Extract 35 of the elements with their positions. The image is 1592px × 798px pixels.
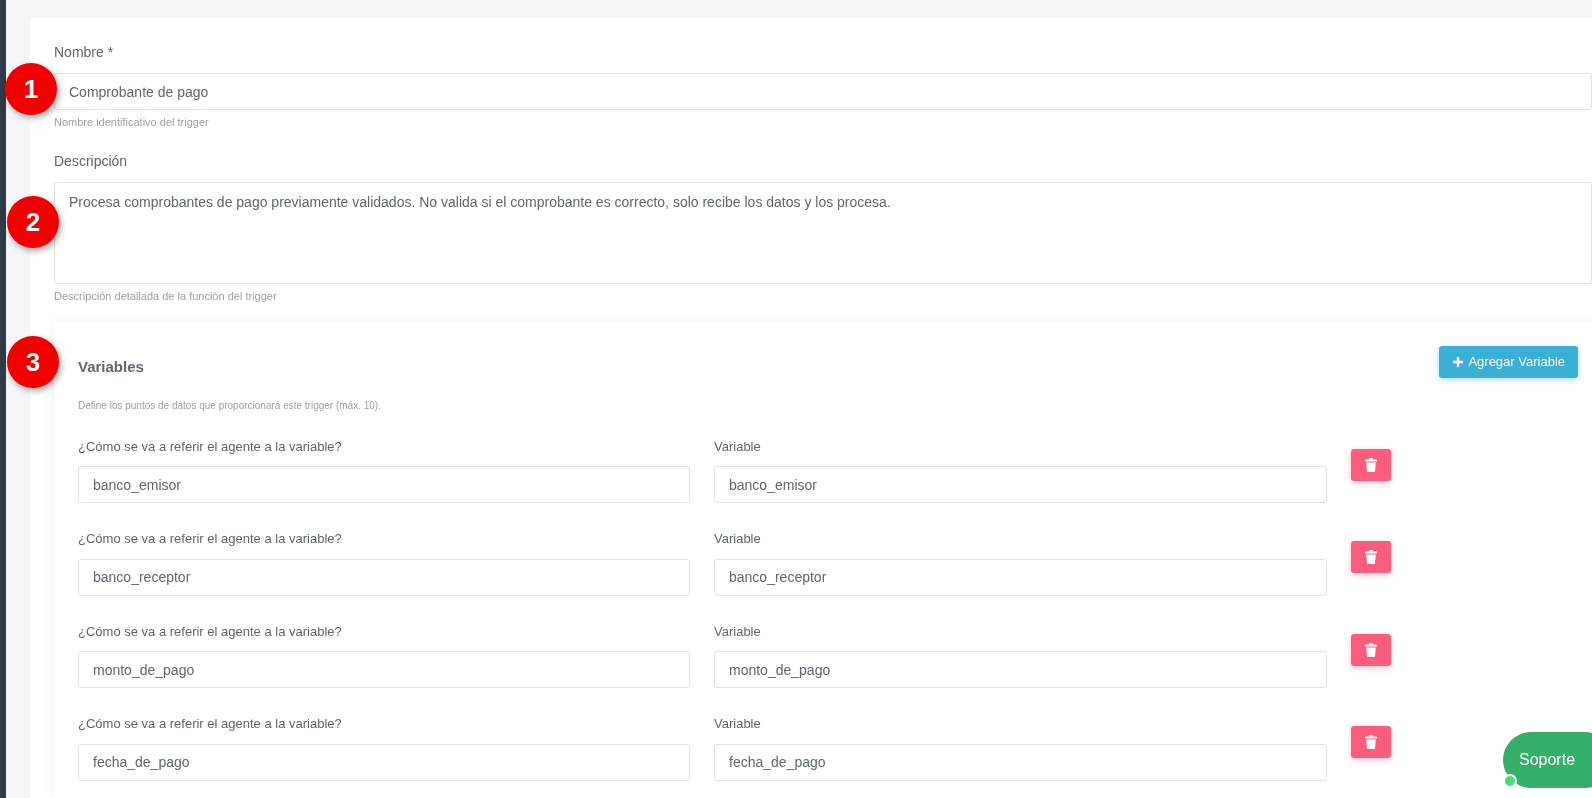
plus-icon bbox=[1452, 356, 1465, 368]
field-label: Nombre * bbox=[54, 43, 115, 62]
field-label: Variable bbox=[714, 437, 762, 456]
variable-input[interactable]: monto_de_pago bbox=[714, 651, 1327, 688]
alias-input[interactable]: banco_emisor bbox=[78, 466, 690, 503]
step-marker: 3 bbox=[7, 336, 59, 388]
delete-button[interactable] bbox=[1351, 726, 1391, 758]
variable-input[interactable]: banco_receptor bbox=[714, 558, 1327, 596]
field-label: ¿Cómo se va a referir el agente a la variable? bbox=[78, 622, 343, 641]
alias-input[interactable]: monto_de_pago bbox=[78, 651, 690, 688]
field-label: ¿Cómo se va a referir el agente a la variable? bbox=[78, 530, 343, 548]
field-label: Descripción bbox=[54, 151, 129, 171]
variable-input[interactable]: fecha_de_pago bbox=[714, 743, 1327, 781]
name-input[interactable]: Comprobante de pago bbox=[54, 73, 1592, 110]
field-label: ¿Cómo se va a referir el agente a la variable? bbox=[78, 715, 343, 733]
delete-button[interactable] bbox=[1351, 541, 1391, 573]
step-marker: 2 bbox=[7, 196, 59, 248]
description-textarea[interactable]: Procesa comprobantes de pago previamente validados. No valida si el comprobante es correcto, solo recibe los datos y los procesa. bbox=[54, 181, 1592, 284]
trash-icon bbox=[1365, 457, 1377, 472]
delete-button[interactable] bbox=[1351, 633, 1391, 666]
field-label: Variable bbox=[714, 622, 762, 641]
trash-icon bbox=[1365, 735, 1377, 749]
trash-icon bbox=[1365, 642, 1377, 657]
section-description: Define los puntos de datos que proporcionará este trigger (máx. 10). bbox=[78, 398, 382, 413]
field-label: Variable bbox=[714, 715, 762, 733]
field-hint: Nombre identificativo del trigger bbox=[54, 115, 210, 130]
field-label: Variable bbox=[714, 530, 762, 548]
variable-input[interactable]: banco_emisor bbox=[714, 466, 1327, 503]
section-title: Variables bbox=[78, 357, 144, 377]
alias-input[interactable]: banco_receptor bbox=[78, 558, 690, 596]
field-label: ¿Cómo se va a referir el agente a la variable? bbox=[78, 437, 343, 456]
delete-button[interactable] bbox=[1351, 448, 1391, 481]
alias-input[interactable]: fecha_de_pago bbox=[78, 743, 690, 781]
trash-icon bbox=[1365, 550, 1377, 564]
field-hint: Descripción detallada de la función del trigger bbox=[54, 288, 278, 304]
